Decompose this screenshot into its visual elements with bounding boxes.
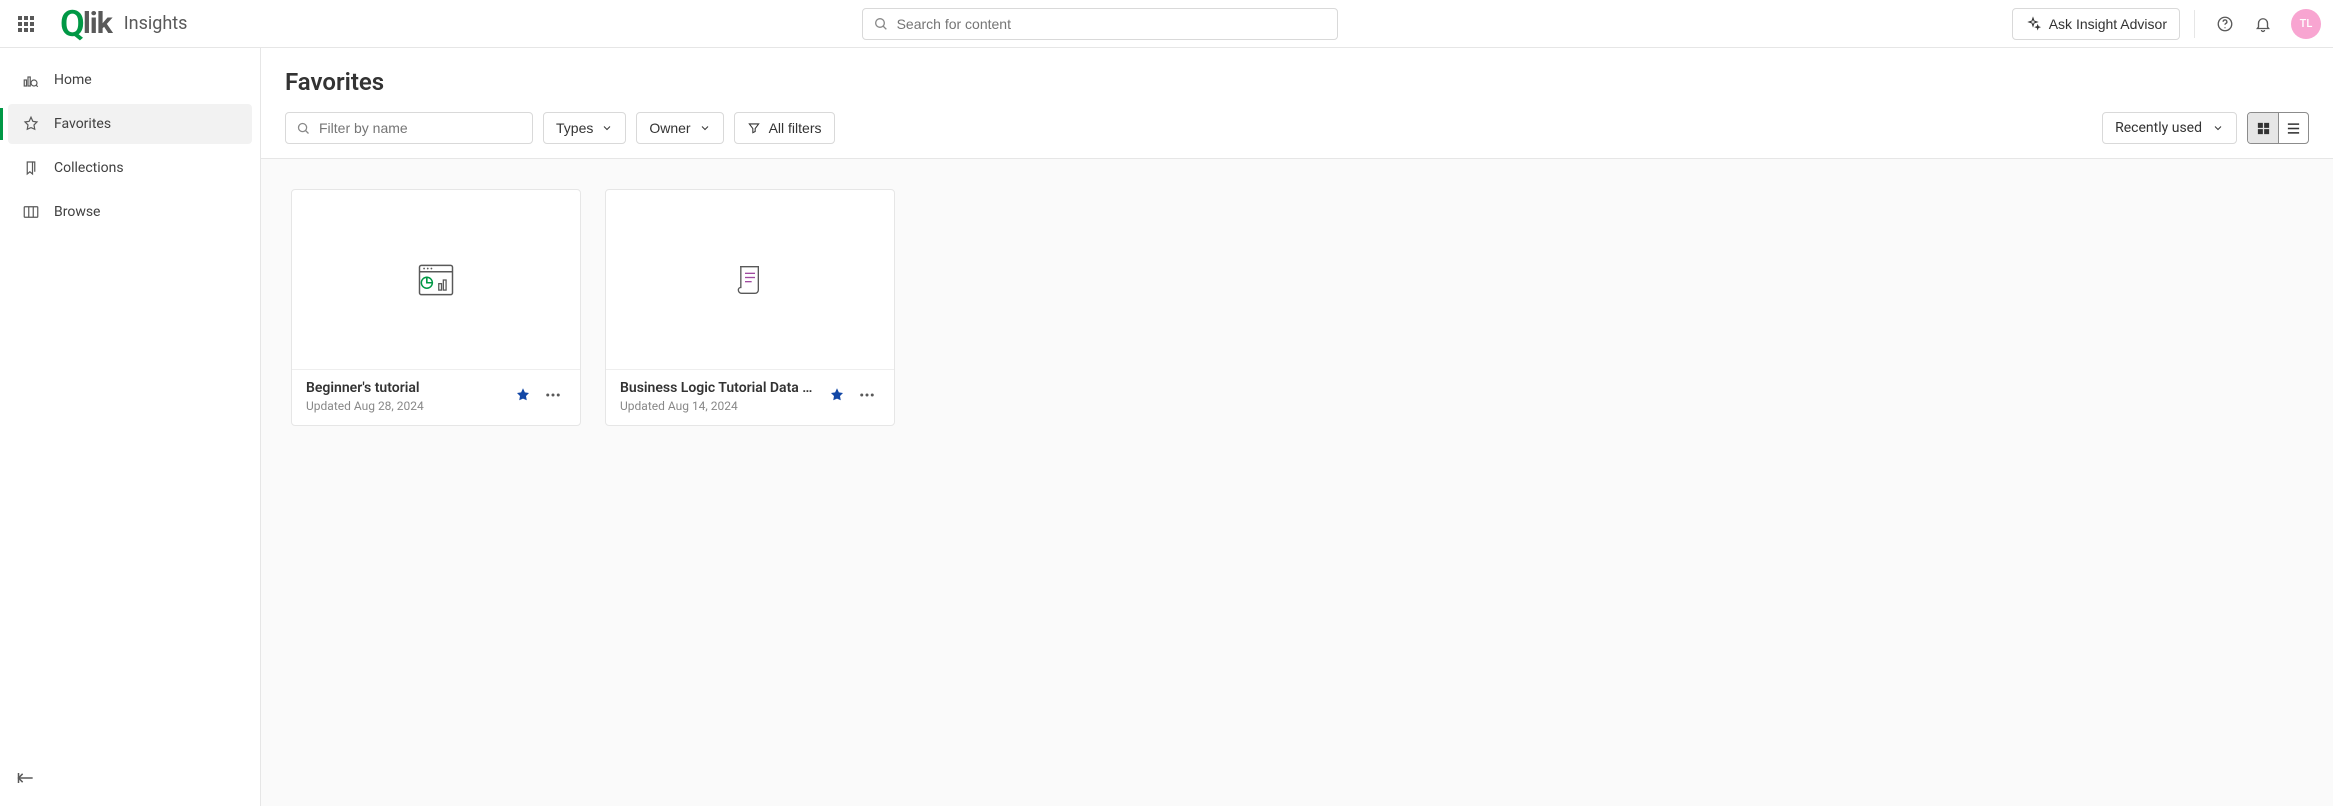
- star-filled-icon: [514, 386, 532, 404]
- collapse-sidebar-button[interactable]: [16, 770, 36, 790]
- owner-filter-button[interactable]: Owner: [636, 112, 723, 144]
- search-input[interactable]: [897, 16, 1327, 32]
- help-icon: [2216, 15, 2234, 33]
- chevron-down-icon: [601, 122, 613, 134]
- owner-label: Owner: [649, 120, 690, 136]
- star-icon: [22, 115, 40, 133]
- star-filled-icon: [828, 386, 846, 404]
- content-card[interactable]: Business Logic Tutorial Data Prep Update…: [605, 189, 895, 426]
- notifications-button[interactable]: [2247, 8, 2279, 40]
- card-thumbnail: [606, 190, 894, 370]
- page-title: Favorites: [285, 68, 2309, 96]
- bell-icon: [2254, 15, 2272, 33]
- list-view-button[interactable]: [2278, 113, 2308, 143]
- help-button[interactable]: [2209, 8, 2241, 40]
- app-name: Insights: [124, 13, 188, 34]
- filter-icon: [747, 121, 761, 135]
- all-filters-button[interactable]: All filters: [734, 112, 835, 144]
- script-document-icon: [730, 260, 770, 300]
- types-label: Types: [556, 120, 593, 136]
- card-more-button[interactable]: [540, 382, 566, 412]
- bookmark-icon: [22, 159, 40, 177]
- sidebar-item-home[interactable]: Home: [8, 60, 252, 100]
- sidebar-item-label: Browse: [54, 204, 100, 220]
- content-card[interactable]: Beginner's tutorial Updated Aug 28, 2024: [291, 189, 581, 426]
- sidebar-item-label: Collections: [54, 160, 124, 176]
- ask-insight-advisor-button[interactable]: Ask Insight Advisor: [2012, 8, 2180, 40]
- sort-dropdown[interactable]: Recently used: [2102, 112, 2237, 144]
- chevron-down-icon: [699, 122, 711, 134]
- ask-insight-advisor-label: Ask Insight Advisor: [2049, 16, 2167, 32]
- card-thumbnail: [292, 190, 580, 370]
- chevron-down-icon: [2212, 122, 2224, 134]
- more-horizontal-icon: [544, 386, 562, 404]
- grid-view-button[interactable]: [2248, 113, 2278, 143]
- favorite-toggle[interactable]: [514, 386, 532, 408]
- brand-logo[interactable]: Qlik: [60, 3, 112, 45]
- avatar-initials: TL: [2300, 17, 2313, 30]
- card-updated: Updated Aug 28, 2024: [306, 399, 506, 413]
- sidebar-item-label: Favorites: [54, 116, 111, 132]
- app-dashboard-icon: [414, 258, 458, 302]
- sidebar: Home Favorites Collections Browse: [0, 48, 261, 806]
- divider: [2194, 10, 2195, 38]
- types-filter-button[interactable]: Types: [543, 112, 626, 144]
- app-launcher-icon[interactable]: [12, 10, 40, 38]
- sidebar-item-collections[interactable]: Collections: [8, 148, 252, 188]
- collapse-icon: [16, 770, 36, 786]
- card-more-button[interactable]: [854, 382, 880, 412]
- view-toggle: [2247, 112, 2309, 144]
- sidebar-item-label: Home: [54, 72, 92, 88]
- user-avatar[interactable]: TL: [2291, 9, 2321, 39]
- sidebar-item-favorites[interactable]: Favorites: [8, 104, 252, 144]
- search-icon: [296, 121, 311, 136]
- all-filters-label: All filters: [769, 120, 822, 136]
- grid-icon: [2256, 121, 2271, 136]
- search-input-wrapper[interactable]: [862, 8, 1338, 40]
- sort-label: Recently used: [2115, 120, 2202, 136]
- home-icon: [22, 71, 40, 89]
- favorite-toggle[interactable]: [828, 386, 846, 408]
- card-title: Business Logic Tutorial Data Prep: [620, 380, 820, 396]
- card-title: Beginner's tutorial: [306, 380, 506, 396]
- sparkle-icon: [2025, 16, 2041, 32]
- columns-icon: [22, 203, 40, 221]
- filter-input-wrapper[interactable]: [285, 112, 533, 144]
- card-updated: Updated Aug 14, 2024: [620, 399, 820, 413]
- list-icon: [2286, 121, 2301, 136]
- filter-input[interactable]: [319, 120, 522, 136]
- sidebar-item-browse[interactable]: Browse: [8, 192, 252, 232]
- more-horizontal-icon: [858, 386, 876, 404]
- search-icon: [873, 16, 889, 32]
